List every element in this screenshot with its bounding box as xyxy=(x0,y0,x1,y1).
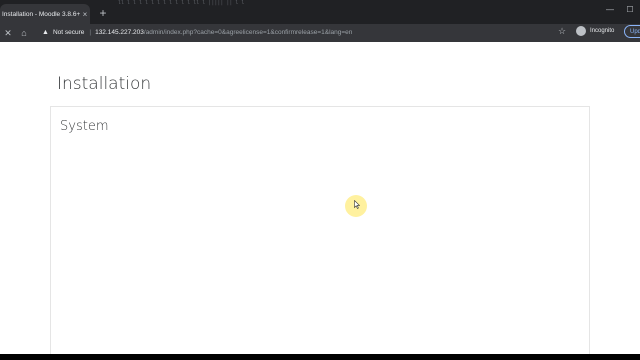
address-bar[interactable]: ▲ Not secure | 132.145.227.203 /admin/in… xyxy=(42,26,572,39)
stop-loading-icon[interactable]: ✕ xyxy=(0,25,16,41)
new-tab-button[interactable]: + xyxy=(96,6,110,20)
home-icon[interactable]: ⌂ xyxy=(16,25,32,41)
page-title: Installation xyxy=(57,74,152,94)
incognito-label: Incognito xyxy=(590,28,615,34)
tab-close-icon[interactable]: × xyxy=(80,10,90,19)
security-label[interactable]: Not secure xyxy=(53,29,84,36)
warning-icon[interactable]: ▲ xyxy=(42,29,49,36)
maximize-icon[interactable]: ☐ xyxy=(620,4,640,18)
incognito-indicator[interactable]: Incognito xyxy=(576,26,614,36)
incognito-icon xyxy=(576,26,586,36)
url-path[interactable]: /admin/index.php?cache=0&agreelicense=1&… xyxy=(144,29,353,36)
system-card: System xyxy=(50,106,590,356)
bookmark-star-icon[interactable]: ☆ xyxy=(558,26,566,37)
bottom-bar xyxy=(0,354,640,360)
mouse-cursor-icon xyxy=(354,200,360,209)
tab-title: Installation - Moodle 3.8.6+ (Bui xyxy=(2,10,80,18)
page-content: Installation System xyxy=(0,42,640,356)
browser-titlebar: Installation - Moodle 3.8.6+ (Bui × + ll… xyxy=(0,0,640,24)
update-button[interactable]: Upd xyxy=(624,25,640,38)
browser-tab[interactable]: Installation - Moodle 3.8.6+ (Bui × xyxy=(0,4,90,24)
minimize-icon[interactable]: — xyxy=(600,4,620,18)
url-host[interactable]: 132.145.227.203 xyxy=(95,29,144,36)
window-controls: — ☐ xyxy=(600,4,640,18)
separator: | xyxy=(89,29,92,36)
background-text: ll l l l l l l l l l l l ll l ||||| || l… xyxy=(118,0,245,6)
card-title: System xyxy=(60,119,109,134)
